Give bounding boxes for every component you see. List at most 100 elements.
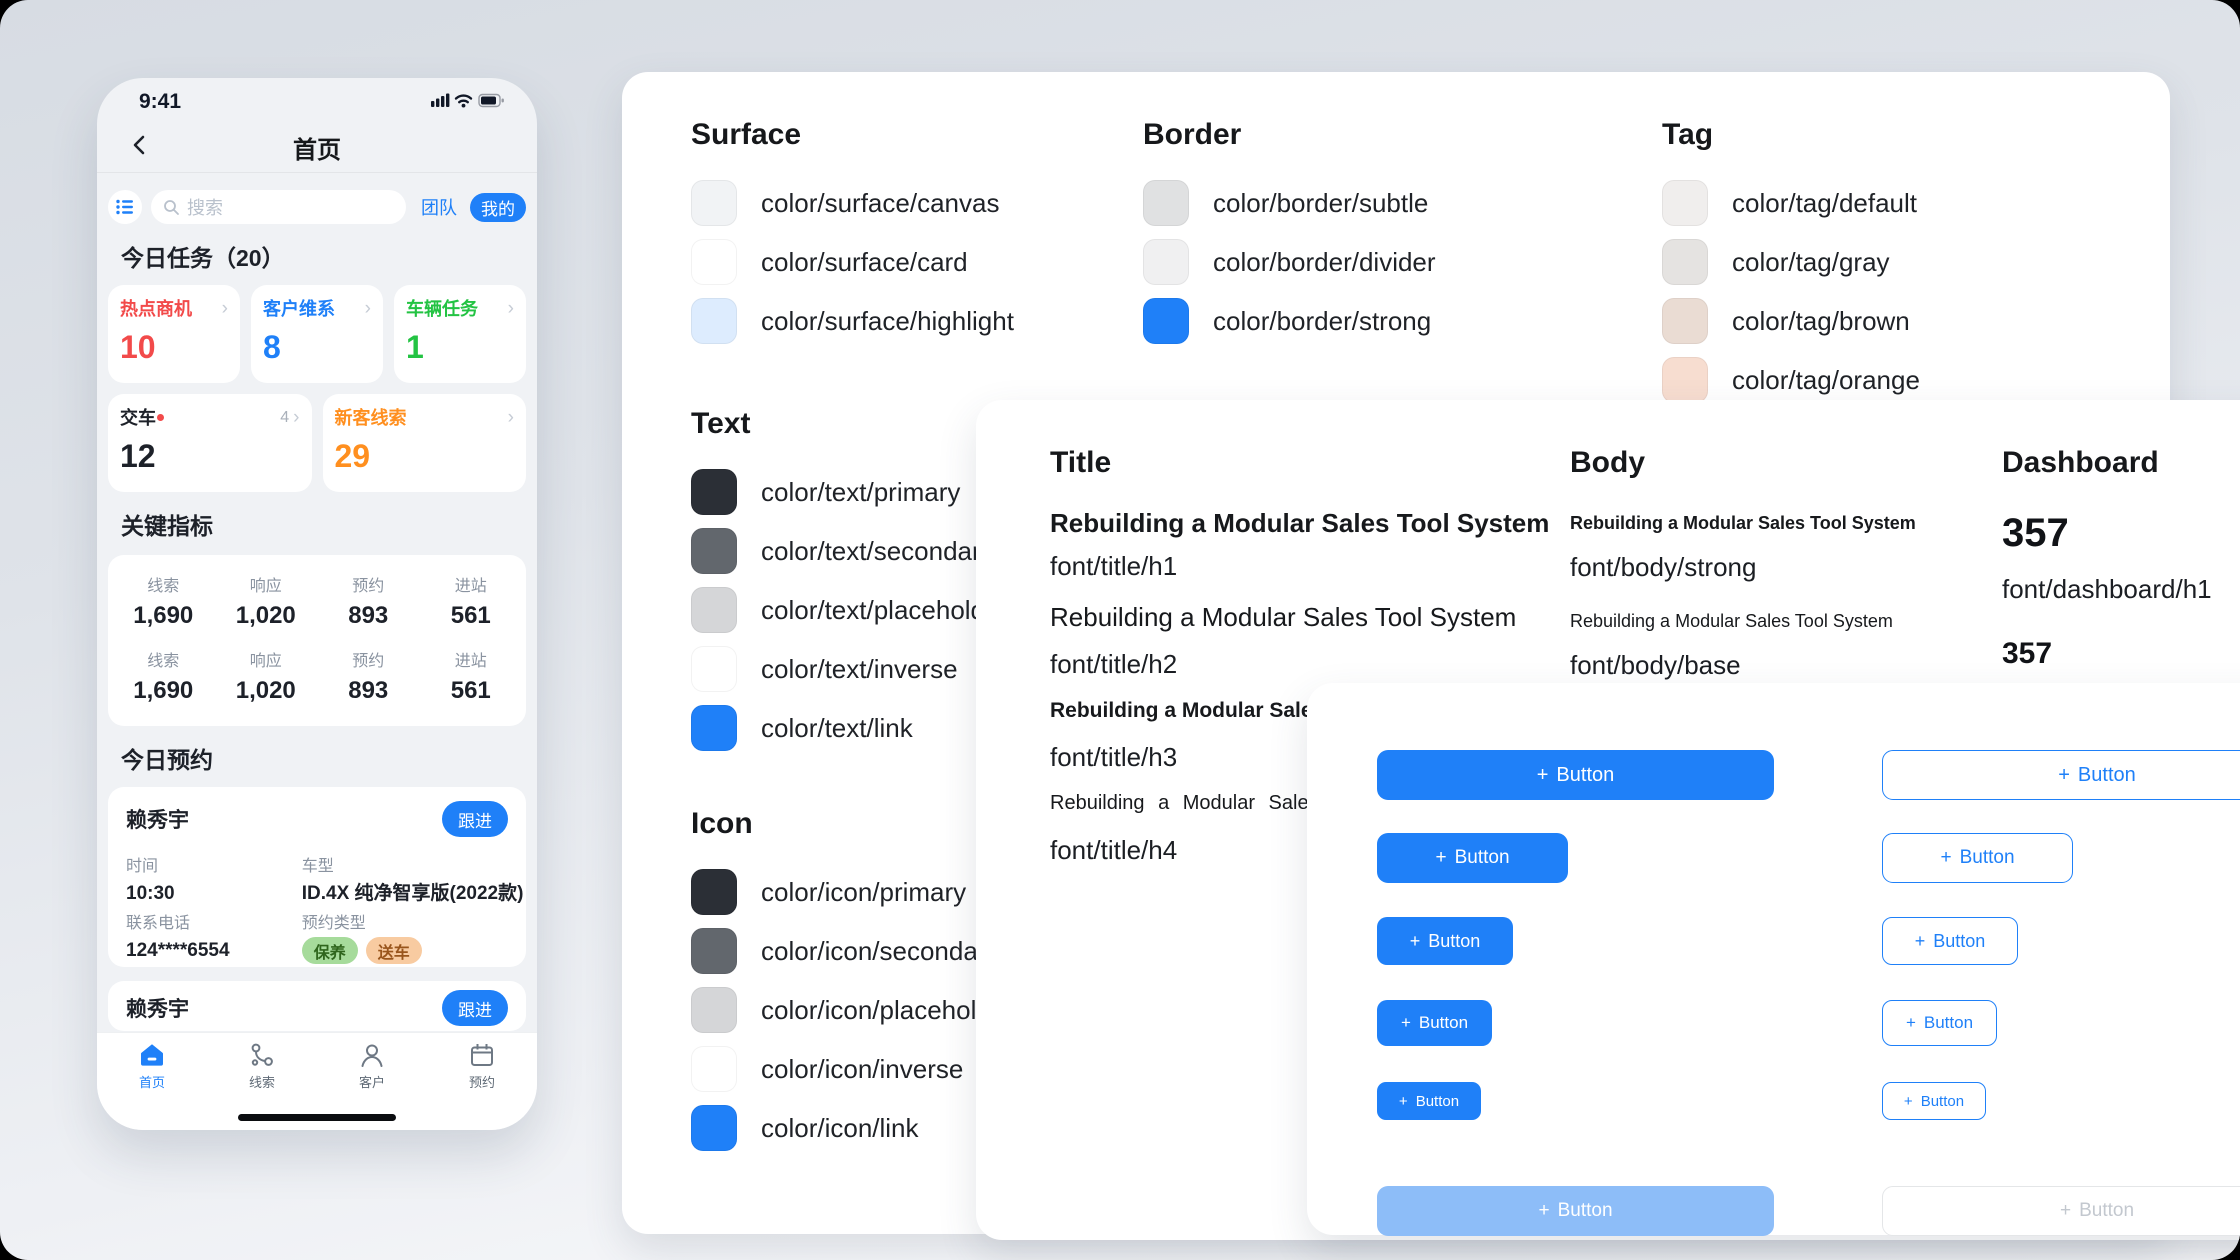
type-token: font/body/base xyxy=(1570,649,1930,681)
vehicle-model: ID.4X 纯净智享版(2022款) xyxy=(302,881,508,906)
follow-up-button[interactable]: 跟进 xyxy=(442,990,508,1026)
body-type-group: Body Rebuilding a Modular Sales Tool Sys… xyxy=(1570,445,1930,681)
outline-button-xs[interactable]: +Button xyxy=(1882,1082,1986,1120)
task-badge: 4 xyxy=(280,409,289,427)
group-heading: Text xyxy=(691,405,1008,443)
home-indicator[interactable] xyxy=(238,1114,396,1121)
token-row: color/icon/inverse xyxy=(691,1046,1014,1092)
task-card-delivery[interactable]: 交车 4› 12 xyxy=(108,394,312,492)
token-row: color/text/inverse xyxy=(691,646,1008,692)
battery-icon xyxy=(479,95,504,107)
token-row: color/border/divider xyxy=(1143,239,1436,285)
tab-leads[interactable]: 线索 xyxy=(207,1041,317,1091)
token-row: color/text/link xyxy=(691,705,1008,751)
token-row: color/surface/card xyxy=(691,239,1014,285)
border-token-group: Border color/border/subtle color/border/… xyxy=(1143,116,1436,344)
plus-icon: + xyxy=(1915,931,1926,952)
primary-button-md[interactable]: +Button xyxy=(1377,917,1513,965)
outline-button-sm[interactable]: +Button xyxy=(1882,1000,1997,1046)
color-swatch xyxy=(691,587,737,633)
token-label: color/tag/brown xyxy=(1732,306,1910,337)
task-label: 新客线索 xyxy=(335,407,407,429)
group-heading: Dashboard xyxy=(2002,445,2240,481)
chevron-right-icon: › xyxy=(293,408,299,428)
task-card-vehicle-tasks[interactable]: 车辆任务› 1 xyxy=(394,285,526,383)
field-label: 联系电话 xyxy=(126,914,302,934)
metric-value: 561 xyxy=(420,601,523,631)
color-swatch xyxy=(691,469,737,515)
metrics-row: 线索1,690 响应1,020 预约893 进站561 xyxy=(112,577,522,631)
nav-bar: 首页 xyxy=(97,122,537,172)
person-icon xyxy=(358,1041,386,1069)
dashboard-type-group: Dashboard 357 font/dashboard/h1 357 font… xyxy=(2002,445,2240,709)
task-card-customer-care[interactable]: 客户维系› 8 xyxy=(251,285,383,383)
metric-value: 893 xyxy=(317,676,420,706)
token-row: color/text/secondary xyxy=(691,528,1008,574)
plus-icon: + xyxy=(1904,1093,1913,1110)
plus-icon: + xyxy=(2058,764,2070,787)
color-swatch xyxy=(691,987,737,1033)
tag-maintenance: 保养 xyxy=(302,937,358,964)
task-card-new-leads[interactable]: 新客线索› 29 xyxy=(323,394,527,492)
home-icon xyxy=(138,1041,166,1069)
list-icon xyxy=(115,197,135,217)
icon-token-group: Icon color/icon/primary color/icon/secon… xyxy=(691,805,1014,1151)
plus-icon: + xyxy=(1906,1013,1916,1033)
metric-label: 响应 xyxy=(215,652,318,672)
tab-customers[interactable]: 客户 xyxy=(317,1041,427,1091)
token-label: color/text/inverse xyxy=(761,654,958,685)
primary-button-lg[interactable]: +Button xyxy=(1377,833,1568,883)
chevron-right-icon: › xyxy=(508,408,514,428)
appointments-heading: 今日预约 xyxy=(121,745,526,775)
type-token: font/dashboard/h1 xyxy=(2002,573,2240,605)
metric-label: 线索 xyxy=(112,577,215,597)
button-label: Button xyxy=(1416,1093,1459,1110)
phone-mockup: 9:41 首页 xyxy=(97,78,537,1130)
button-label: Button xyxy=(1933,931,1985,952)
color-swatch xyxy=(1662,239,1708,285)
type-sample-body-strong: Rebuilding a Modular Sales Tool System xyxy=(1570,511,1930,535)
wifi-dot xyxy=(462,104,466,108)
outline-button-md[interactable]: + Button xyxy=(1882,917,2018,965)
metric-label: 线索 xyxy=(112,652,215,672)
primary-button-xl[interactable]: +Button xyxy=(1377,750,1774,800)
color-swatch xyxy=(691,1105,737,1151)
outline-button-xl[interactable]: +Button xyxy=(1882,750,2240,800)
button-label: Button xyxy=(2079,1200,2134,1222)
follow-up-button[interactable]: 跟进 xyxy=(442,801,508,837)
token-row: color/tag/default xyxy=(1662,180,1920,226)
tab-appointments[interactable]: 预约 xyxy=(427,1041,537,1091)
metric-value: 1,020 xyxy=(215,601,318,631)
token-label: color/surface/card xyxy=(761,247,968,278)
token-label: color/border/strong xyxy=(1213,306,1431,337)
plus-icon: + xyxy=(1538,1200,1549,1222)
metric-value: 1,020 xyxy=(215,676,318,706)
token-label: color/text/secondary xyxy=(761,536,994,567)
token-label: color/icon/secondary xyxy=(761,936,999,967)
color-swatch xyxy=(1662,357,1708,403)
token-row: color/tag/orange xyxy=(1662,357,1920,403)
color-swatch xyxy=(691,298,737,344)
outline-button-lg[interactable]: +Button xyxy=(1882,833,2073,883)
segment-team[interactable]: 团队 xyxy=(421,194,457,220)
button-label: Button xyxy=(1558,1200,1613,1222)
token-row: color/tag/gray xyxy=(1662,239,1920,285)
primary-button-xs[interactable]: +Button xyxy=(1377,1082,1481,1120)
customer-name: 赖秀宇 xyxy=(126,804,189,834)
token-label: color/border/subtle xyxy=(1213,188,1428,219)
color-swatch xyxy=(691,180,737,226)
search-input[interactable]: 搜索 xyxy=(151,190,406,224)
color-swatch xyxy=(691,705,737,751)
segment-mine[interactable]: 我的 xyxy=(470,193,526,222)
group-heading: Title xyxy=(1050,445,1650,481)
primary-button-sm[interactable]: +Button xyxy=(1377,1000,1492,1046)
color-swatch xyxy=(1662,298,1708,344)
token-row: color/icon/primary xyxy=(691,869,1014,915)
task-card-hot-leads[interactable]: 热点商机› 10 xyxy=(108,285,240,383)
token-label: color/icon/primary xyxy=(761,877,966,908)
surface-token-group: Surface color/surface/canvas color/surfa… xyxy=(691,116,1014,344)
tab-label: 线索 xyxy=(249,1072,275,1091)
list-filter-button[interactable] xyxy=(108,190,142,224)
button-label: Button xyxy=(1960,847,2015,869)
tab-home[interactable]: 首页 xyxy=(97,1041,207,1091)
